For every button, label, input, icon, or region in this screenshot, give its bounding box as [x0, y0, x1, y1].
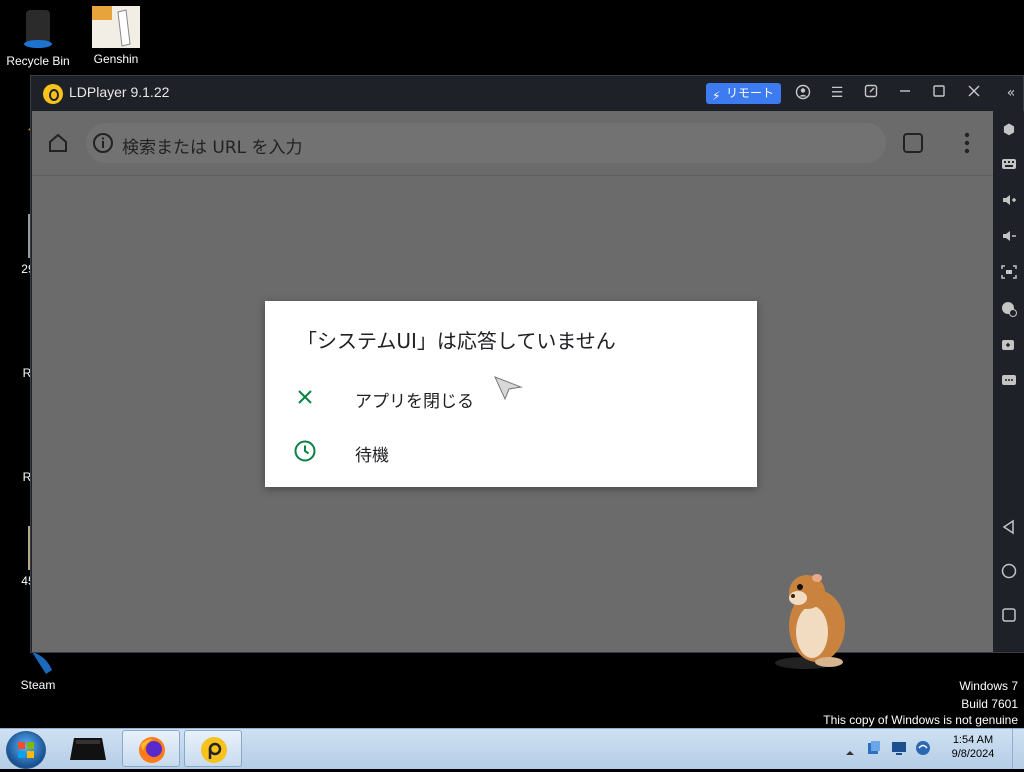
ldplayer-sidebar: ⬢ — [993, 111, 1024, 652]
windows-version-line: Windows 7 — [959, 679, 1018, 693]
close-x-icon — [293, 385, 317, 409]
tab-switcher-icon[interactable] — [902, 132, 924, 154]
overflow-menu-icon[interactable] — [956, 131, 978, 155]
window-title: LDPlayer 9.1.22 — [69, 84, 170, 100]
keyboard-icon[interactable] — [1000, 157, 1018, 175]
remote-button[interactable]: ⚡ リモート — [706, 83, 781, 104]
home-icon[interactable] — [46, 131, 70, 155]
account-icon[interactable] — [794, 84, 812, 102]
minimize-icon[interactable] — [896, 84, 914, 102]
mouse-cursor-icon — [493, 375, 523, 405]
windows-genuine-notice: This copy of Windows is not genuine — [823, 713, 1018, 727]
display-tray-icon[interactable] — [891, 740, 907, 756]
ldplayer-titlebar[interactable]: LDPlayer 9.1.22 ⚡ リモート ☰ « — [31, 76, 1023, 110]
wait-label: 待機 — [355, 446, 389, 466]
remote-button-label: リモート — [726, 86, 775, 100]
back-icon[interactable] — [1000, 519, 1018, 537]
url-placeholder: 検索または URL を入力 — [122, 138, 303, 158]
multi-instance-icon[interactable] — [1000, 337, 1018, 355]
recents-icon[interactable] — [1000, 607, 1018, 625]
hamster-pet-image[interactable] — [767, 566, 857, 671]
ldplayer-logo-icon — [43, 84, 63, 104]
install-apk-icon[interactable] — [1000, 301, 1018, 319]
info-icon[interactable] — [92, 132, 114, 154]
windows-build-line: Build 7601 — [961, 697, 1018, 711]
close-icon[interactable] — [965, 84, 983, 102]
desktop-icon-label: Steam — [20, 678, 56, 692]
collapse-sidebar-icon[interactable]: « — [1002, 84, 1020, 102]
windows-taskbar: 1:54 AM 9/8/2024 — [0, 728, 1024, 769]
dialog-title: 「システムUI」は応答していません — [297, 329, 616, 353]
more-icon[interactable] — [1000, 373, 1018, 391]
home-nav-icon[interactable] — [1000, 563, 1018, 581]
taskbar-app-ldplayer[interactable] — [184, 730, 242, 767]
desktop-icon-genshin[interactable]: Genshin — [78, 6, 154, 66]
volume-up-icon[interactable] — [1000, 193, 1018, 211]
recycle-bin-icon — [16, 6, 60, 50]
popout-icon[interactable] — [862, 84, 880, 102]
desktop-icon-label: Genshin — [93, 52, 139, 66]
ime-tray-icon[interactable] — [915, 740, 931, 756]
desktop-icon-recycle-bin[interactable]: Recycle Bin — [0, 6, 76, 68]
network-tray-icon[interactable] — [866, 740, 882, 756]
lightning-icon: ⚡ — [712, 89, 721, 103]
maximize-icon[interactable] — [930, 84, 948, 102]
clock-icon — [293, 439, 317, 463]
browser-toolbar: 検索または URL を入力 — [32, 111, 993, 176]
wait-option[interactable]: 待機 — [265, 427, 757, 475]
genshin-icon — [92, 6, 140, 48]
screenshot-icon[interactable] — [1000, 265, 1018, 283]
start-button[interactable] — [6, 731, 46, 769]
taskbar-clock[interactable]: 1:54 AM 9/8/2024 — [940, 734, 1006, 760]
volume-down-icon[interactable] — [1000, 229, 1018, 247]
desktop-icon-label: Recycle Bin — [6, 54, 70, 68]
settings-gear-icon[interactable]: ⬢ — [1000, 121, 1018, 139]
close-app-label: アプリを閉じる — [355, 392, 474, 412]
show-desktop-button[interactable] — [1012, 729, 1024, 769]
clock-date: 9/8/2024 — [951, 748, 995, 760]
taskbar-app-firefox[interactable] — [122, 730, 180, 767]
taskbar-app-terminal[interactable] — [60, 730, 118, 767]
show-hidden-icons-icon[interactable] — [845, 743, 855, 755]
clock-time: 1:54 AM — [952, 734, 994, 746]
menu-icon[interactable]: ☰ — [828, 84, 846, 102]
